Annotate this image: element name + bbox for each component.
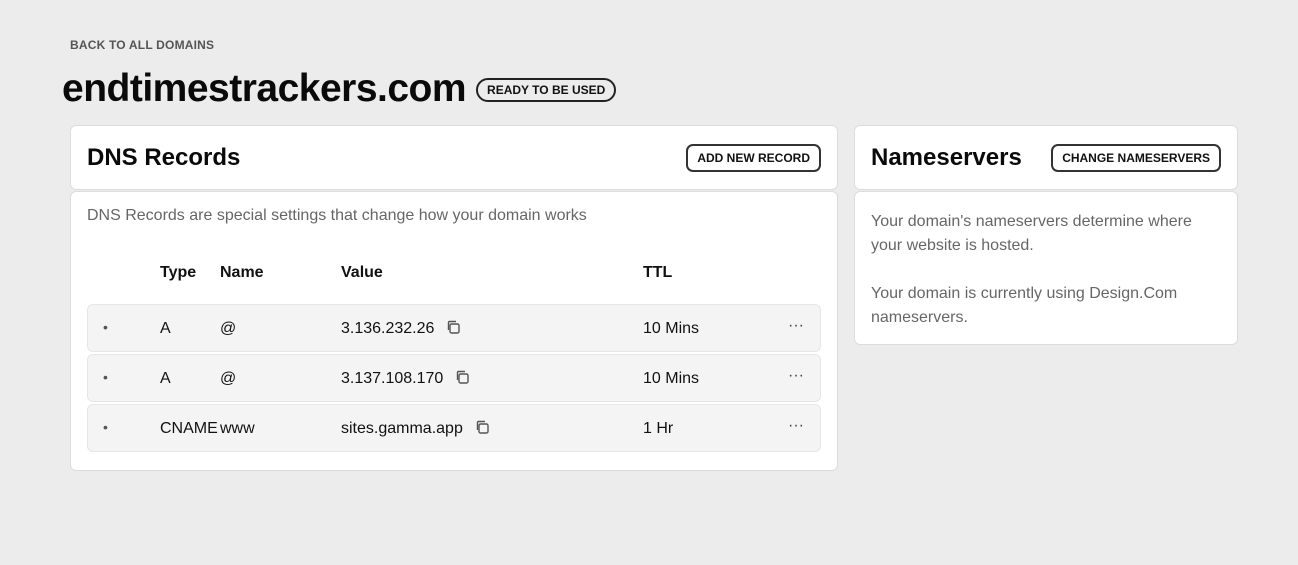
more-horizontal-icon[interactable]: ···: [788, 317, 804, 335]
dns-record-row[interactable]: • CNAME www sites.gamma.app 1 Hr ···: [87, 404, 821, 452]
record-ttl: 1 Hr: [643, 420, 674, 437]
more-horizontal-icon[interactable]: ···: [788, 417, 804, 435]
record-type: A: [160, 320, 171, 337]
dns-record-row[interactable]: • A @ 3.136.232.26 10 Mins ···: [87, 304, 821, 352]
bullet-icon: •: [103, 319, 108, 335]
nameservers-header-card: Nameservers CHANGE NAMESERVERS: [854, 125, 1238, 190]
nameservers-title: Nameservers: [871, 143, 1022, 171]
copy-icon[interactable]: [455, 370, 470, 384]
record-ttl: 10 Mins: [643, 320, 700, 337]
nameservers-body-card: Your domain's nameservers determine wher…: [854, 191, 1238, 345]
record-name: @: [220, 370, 237, 387]
back-to-domains-link[interactable]: BACK TO ALL DOMAINS: [70, 38, 214, 52]
record-ttl: 10 Mins: [643, 370, 700, 387]
column-header-ttl: TTL: [643, 264, 673, 281]
record-value-cell: 3.137.108.170: [341, 370, 470, 388]
copy-icon[interactable]: [446, 320, 461, 334]
nameservers-current: Your domain is currently using Design.Co…: [871, 285, 1178, 326]
bullet-icon: •: [103, 419, 108, 435]
record-name: @: [220, 320, 237, 337]
dns-records-header-card: DNS Records ADD NEW RECORD: [70, 125, 838, 190]
record-value-cell: 3.136.232.26: [341, 320, 461, 338]
record-value-cell: sites.gamma.app: [341, 420, 489, 438]
page: BACK TO ALL DOMAINS endtimestrackers.com…: [0, 0, 1298, 565]
record-name: www: [220, 420, 255, 437]
column-header-type: Type: [160, 264, 197, 281]
record-type: CNAME: [160, 420, 218, 437]
dns-records-body-card: DNS Records are special settings that ch…: [70, 191, 838, 471]
column-header-name: Name: [220, 264, 264, 281]
dns-record-row[interactable]: • A @ 3.137.108.170 10 Mins ···: [87, 354, 821, 402]
more-horizontal-icon[interactable]: ···: [788, 367, 804, 385]
copy-icon[interactable]: [475, 420, 489, 434]
dns-records-title: DNS Records: [87, 143, 241, 171]
record-value: 3.137.108.170: [341, 370, 444, 387]
dns-records-description: DNS Records are special settings that ch…: [87, 207, 587, 224]
domain-title: endtimestrackers.com: [62, 67, 467, 110]
record-value: sites.gamma.app: [341, 420, 463, 437]
record-type: A: [160, 370, 171, 387]
nameservers-description: Your domain's nameservers determine wher…: [871, 213, 1192, 254]
status-badge: READY TO BE USED: [476, 78, 617, 102]
bullet-icon: •: [103, 369, 108, 385]
record-value: 3.136.232.26: [341, 320, 435, 337]
column-header-value: Value: [341, 264, 383, 281]
domain-title-row: endtimestrackers.com READY TO BE USED: [62, 66, 617, 112]
change-nameservers-button[interactable]: CHANGE NAMESERVERS: [1051, 143, 1221, 172]
add-new-record-button[interactable]: ADD NEW RECORD: [686, 143, 821, 172]
